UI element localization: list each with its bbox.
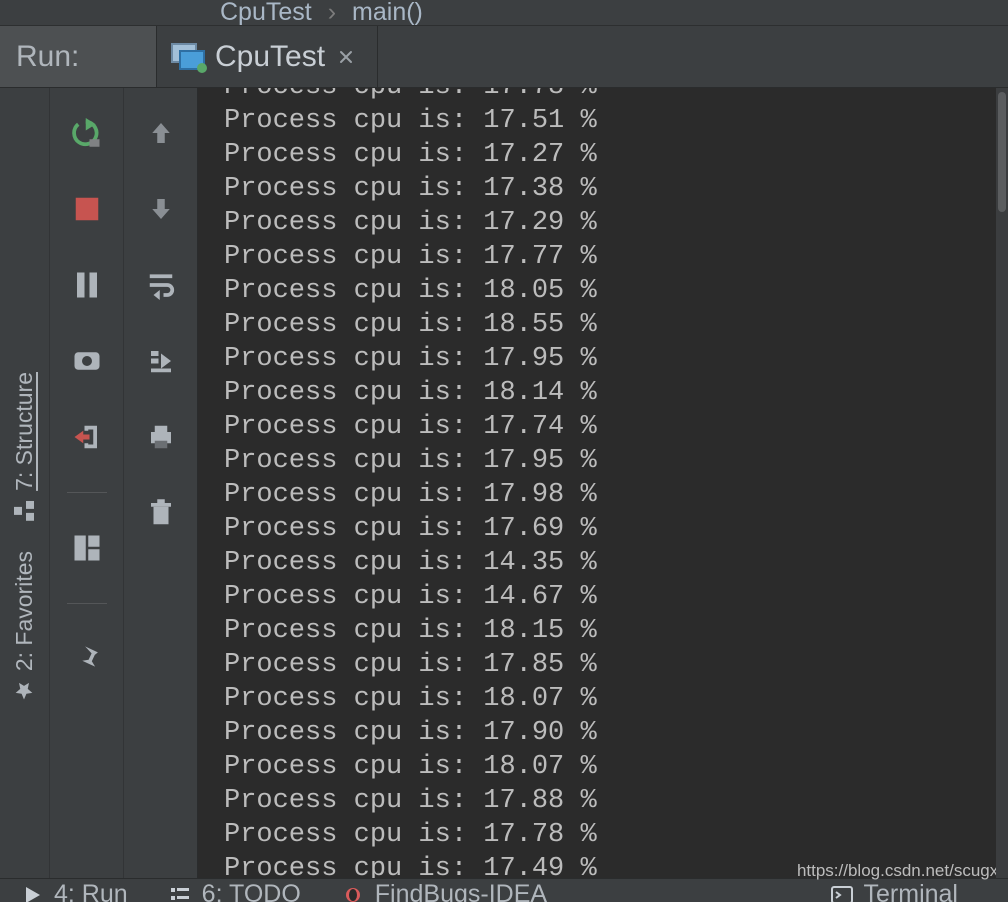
bottom-tab-terminal[interactable]: Terminal [810,880,978,902]
console-line: Process cpu is: 17.95 % [224,342,1008,376]
run-config-name: CpuTest [215,40,325,74]
run-actions-col-1 [50,88,124,878]
console-line: Process cpu is: 17.85 % [224,648,1008,682]
console-line: Process cpu is: 17.51 % [224,104,1008,138]
console-line: Process cpu is: 18.15 % [224,614,1008,648]
console-line: Process cpu is: 17.38 % [224,172,1008,206]
list-icon [168,883,192,902]
bottom-tab-todo-label: 6: TODO [202,880,301,902]
console-line: Process cpu is: 17.27 % [224,138,1008,172]
structure-tool-tab[interactable]: 7: Structure [11,372,38,521]
separator [67,603,107,604]
console-line: Process cpu is: 17.98 % [224,478,1008,512]
application-icon [171,43,205,71]
soft-wrap-button[interactable] [140,264,182,306]
run-panel-label: Run: [0,26,157,87]
console-line: Process cpu is: 17.78 % [224,88,1008,104]
rerun-button[interactable] [66,112,108,154]
play-icon [20,883,44,902]
favorites-label: 2: Favorites [11,551,38,671]
breadcrumb-class[interactable]: CpuTest [216,0,316,27]
clear-button[interactable] [140,492,182,534]
bottom-tab-run[interactable]: 4: Run [0,880,148,902]
layout-button[interactable] [66,527,108,569]
left-tool-strip: 7: Structure 2: Favorites [0,88,50,878]
separator [67,492,107,493]
terminal-icon [830,883,854,902]
console-line: Process cpu is: 18.14 % [224,376,1008,410]
dump-threads-button[interactable] [66,340,108,382]
structure-label: 7: Structure [11,372,38,491]
console-line: Process cpu is: 18.05 % [224,274,1008,308]
run-tabrow: Run: CpuTest [0,26,1008,88]
run-config-tab[interactable]: CpuTest [157,26,378,87]
bottom-toolbar: 4: Run 6: TODO FindBugs-IDEA Terminal ht… [0,878,1008,902]
bottom-tab-terminal-label: Terminal [864,880,958,902]
console-line: Process cpu is: 14.35 % [224,546,1008,580]
scroll-down-button[interactable] [140,188,182,230]
scroll-up-button[interactable] [140,112,182,154]
bottom-tab-findbugs-label: FindBugs-IDEA [375,880,547,902]
console-line: Process cpu is: 18.07 % [224,682,1008,716]
vertical-scrollbar[interactable] [996,88,1008,878]
pin-button[interactable] [66,638,108,680]
console-line: Process cpu is: 17.90 % [224,716,1008,750]
console-line: Process cpu is: 17.78 % [224,818,1008,852]
structure-icon [15,501,35,521]
stop-button[interactable] [66,188,108,230]
console-line: Process cpu is: 17.74 % [224,410,1008,444]
bottom-tab-run-label: 4: Run [54,880,128,902]
favorites-tool-tab[interactable]: 2: Favorites [11,551,38,701]
console-line: Process cpu is: 17.29 % [224,206,1008,240]
bottom-tab-findbugs[interactable]: FindBugs-IDEA [321,880,567,902]
breadcrumb-separator: › [316,0,348,27]
console-line: Process cpu is: 17.88 % [224,784,1008,818]
console-line: Process cpu is: 18.07 % [224,750,1008,784]
close-icon[interactable] [335,46,357,68]
console-line: Process cpu is: 14.67 % [224,580,1008,614]
print-button[interactable] [140,416,182,458]
breadcrumb: CpuTest › main() [0,0,1008,26]
pause-button[interactable] [66,264,108,306]
bug-icon [341,883,365,902]
bottom-tab-todo[interactable]: 6: TODO [148,880,321,902]
scrollbar-thumb[interactable] [998,92,1006,212]
console-line: Process cpu is: 17.77 % [224,240,1008,274]
run-actions-col-2 [124,88,198,878]
console-line: Process cpu is: 18.55 % [224,308,1008,342]
console-line: Process cpu is: 17.69 % [224,512,1008,546]
exit-button[interactable] [66,416,108,458]
watermark-text: https://blog.csdn.net/scugxl [797,861,1002,881]
scroll-to-end-button[interactable] [140,340,182,382]
console-line: Process cpu is: 17.95 % [224,444,1008,478]
breadcrumb-method[interactable]: main() [348,0,427,27]
console-output[interactable]: Process cpu is: 17.78 %Process cpu is: 1… [198,88,1008,878]
star-icon [15,681,35,701]
